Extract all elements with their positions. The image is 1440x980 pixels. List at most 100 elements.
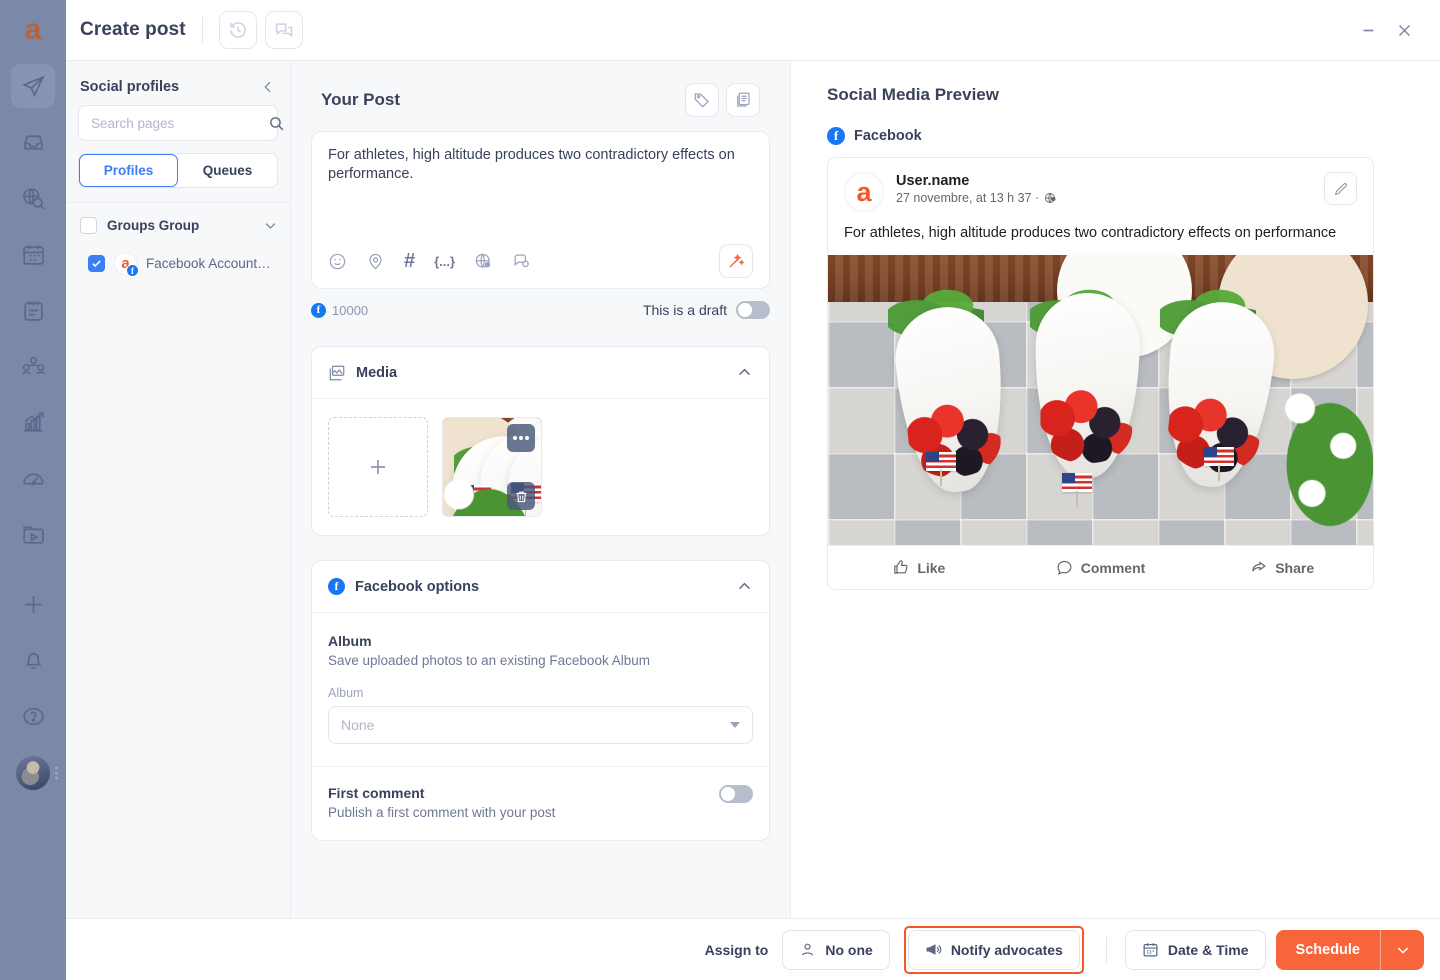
draft-toggle[interactable] (736, 301, 770, 319)
preview-share-label: Share (1275, 559, 1315, 576)
variables-button[interactable]: {...} (434, 252, 455, 271)
notify-advocates-button[interactable]: Notify advocates (907, 929, 1080, 970)
media-panel: Media (311, 346, 770, 536)
tab-queues[interactable]: Queues (178, 154, 277, 187)
emoji-button[interactable] (328, 252, 347, 271)
assign-to-label: Assign to (704, 941, 769, 958)
trash-icon (516, 491, 526, 502)
search-icon (270, 116, 284, 130)
rail-item-performance[interactable] (11, 456, 55, 500)
image-stack-icon (328, 364, 346, 382)
help-circle-icon (22, 707, 44, 725)
globe-icon (475, 253, 491, 268)
album-field-label: Album (328, 686, 364, 700)
collapse-panel-button[interactable] (260, 79, 276, 95)
search-input[interactable] (91, 115, 268, 131)
close-button[interactable] (1386, 12, 1422, 48)
preview-post-header: a User.name 27 novembre, at 13 h 37 · (828, 158, 1373, 222)
rail-item-calendar[interactable] (11, 232, 55, 276)
social-profiles-heading: Social profiles (80, 79, 180, 95)
avatar[interactable] (16, 756, 50, 790)
app-sidebar-rail: a (0, 0, 66, 980)
search-box[interactable] (78, 105, 284, 141)
album-heading: Album (328, 633, 372, 649)
preview-comment-button[interactable]: Comment (1010, 546, 1192, 589)
post-composer-column: Your Post For athletes, high altitude pr… (291, 60, 791, 918)
users-icon (21, 356, 45, 374)
rail-item-team[interactable] (11, 344, 55, 388)
group-row[interactable]: Groups Group (66, 203, 290, 244)
thumbs-up-icon (894, 560, 908, 575)
group-expand-button[interactable] (263, 218, 278, 233)
notify-advocates-highlight: Notify advocates (903, 925, 1084, 974)
preview-network: f Facebook (827, 127, 1374, 145)
rail-item-media-library[interactable] (11, 512, 55, 556)
schedule-button[interactable]: Schedule (1275, 929, 1380, 970)
chevron-up-icon (739, 582, 750, 590)
notes-icon (23, 300, 43, 321)
hashtag-button[interactable]: # (404, 251, 415, 271)
profile-row-facebook[interactable]: a f Facebook Account… (66, 244, 290, 283)
comment-button[interactable] (512, 252, 531, 271)
user-avatar-area[interactable] (0, 756, 66, 790)
media-library-icon (22, 525, 44, 544)
media-panel-header[interactable]: Media (312, 347, 769, 399)
page-title: Create post (80, 19, 186, 40)
tag-button[interactable] (685, 83, 719, 117)
preview-share-button[interactable]: Share (1191, 546, 1373, 589)
preview-like-button[interactable]: Like (828, 546, 1010, 589)
album-select[interactable]: None (328, 706, 753, 744)
schedule-dropdown-button[interactable] (1380, 929, 1424, 970)
character-count: 10000 (332, 302, 369, 318)
rail-item-inbox[interactable] (11, 120, 55, 164)
rail-item-listening[interactable] (11, 176, 55, 220)
assignee-label: No one (825, 941, 873, 958)
preview-heading: Social Media Preview (827, 85, 999, 104)
profile-avatar: a f (114, 252, 139, 277)
profile-checkbox[interactable] (88, 255, 105, 272)
rail-item-publish[interactable] (11, 64, 55, 108)
chevron-up-icon (739, 368, 750, 376)
minimize-button[interactable] (1350, 12, 1386, 48)
media-panel-body (312, 399, 769, 535)
location-button[interactable] (366, 252, 385, 271)
assignee-button[interactable]: No one (782, 929, 890, 970)
facebook-options-header[interactable]: f Facebook options (312, 561, 769, 613)
ai-assist-button[interactable] (719, 244, 753, 278)
post-editor[interactable]: For athletes, high altitude produces two… (311, 131, 770, 289)
facebook-icon: f (328, 578, 345, 595)
preview-network-label: Facebook (854, 128, 922, 144)
media-delete-button[interactable] (507, 482, 535, 510)
first-comment-toggle[interactable] (719, 785, 753, 803)
rail-item-planner[interactable] (11, 288, 55, 332)
rail-item-analytics[interactable] (11, 400, 55, 444)
preview-edit-button[interactable] (1324, 172, 1357, 205)
preview-post-actions: Like Comment Share (828, 545, 1373, 589)
globe-search-icon (22, 187, 45, 210)
avatar-menu-icon[interactable] (55, 766, 58, 780)
facebook-options-collapse-button[interactable] (736, 578, 753, 595)
group-checkbox[interactable] (80, 217, 97, 234)
social-media-preview-column: Social Media Preview f Facebook a User.n… (791, 60, 1440, 918)
history-button[interactable] (218, 11, 257, 49)
search-wrap (66, 105, 290, 141)
media-menu-button[interactable] (507, 424, 535, 452)
media-collapse-button[interactable] (736, 364, 753, 381)
templates-button[interactable] (726, 83, 760, 117)
date-time-button[interactable]: Date & Time (1124, 929, 1266, 970)
link-button[interactable] (474, 252, 493, 271)
tab-profiles[interactable]: Profiles (79, 154, 178, 187)
post-text[interactable]: For athletes, high altitude produces two… (328, 146, 753, 236)
comments-button[interactable] (264, 11, 303, 49)
add-media-button[interactable] (328, 417, 428, 517)
person-icon (802, 943, 814, 956)
rail-item-notifications[interactable] (11, 638, 55, 682)
bottom-action-bar: Assign to No one Notify advocates Date &… (66, 918, 1440, 980)
app-logo: a (24, 13, 42, 46)
rail-item-help[interactable] (11, 694, 55, 738)
chart-growth-icon (23, 411, 44, 432)
rail-item-create[interactable] (11, 582, 55, 626)
title-divider (201, 17, 203, 43)
group-name: Groups Group (107, 218, 200, 233)
media-thumbnail[interactable] (442, 417, 542, 517)
